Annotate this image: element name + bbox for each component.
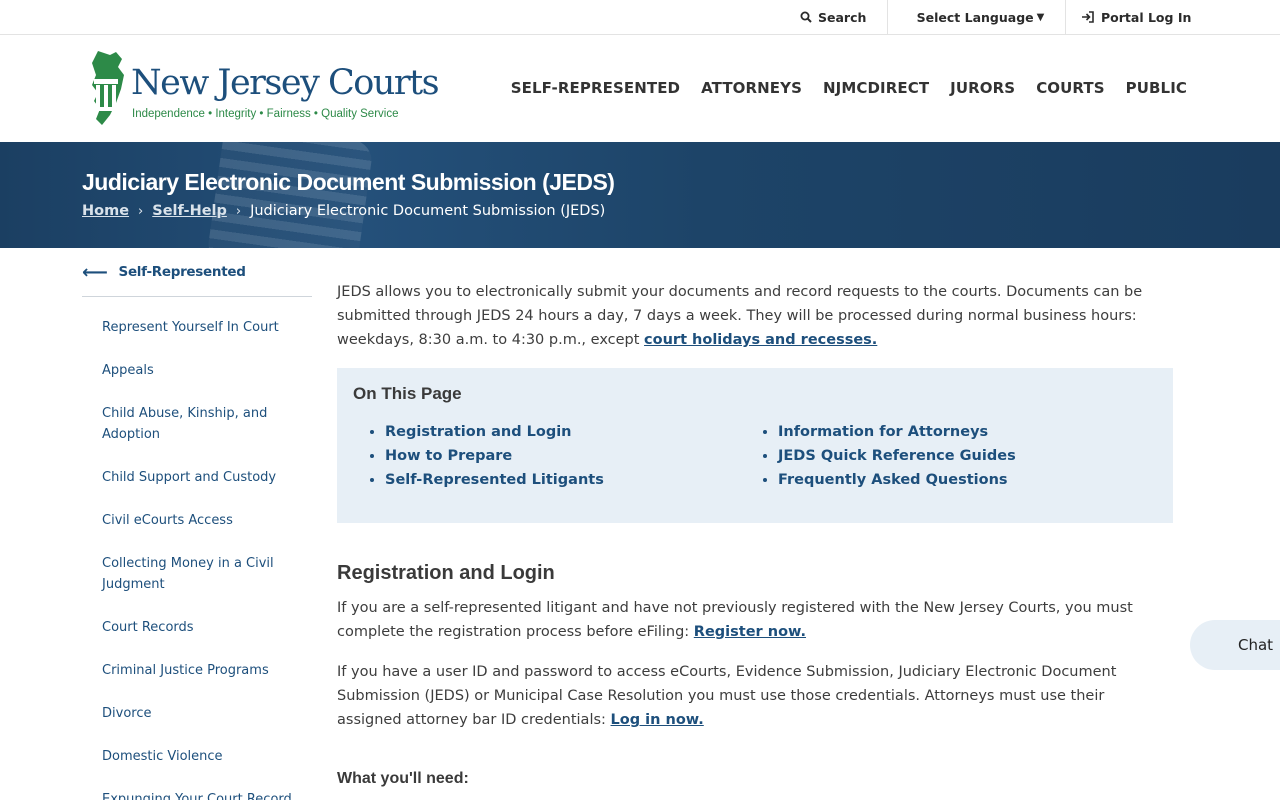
otp-list-right: Information for Attorneys JEDS Quick Ref… xyxy=(746,420,1139,492)
sidebar-list: Represent Yourself In Court Appeals Chil… xyxy=(82,297,312,800)
what-you-need-heading: What you'll need: xyxy=(337,770,469,787)
search-label: Search xyxy=(818,9,867,25)
login-paragraph: If you have a user ID and password to ac… xyxy=(337,660,1173,732)
chevron-right-icon: › xyxy=(138,203,144,219)
registration-paragraph: If you are a self-represented litigant a… xyxy=(337,596,1173,644)
sidebar-item-divorce[interactable]: Divorce xyxy=(102,692,312,735)
caret-down-icon: ▼ xyxy=(1036,11,1045,23)
intro-paragraph: JEDS allows you to electronically submit… xyxy=(337,280,1173,352)
breadcrumb-current: Judiciary Electronic Document Submission… xyxy=(250,203,606,219)
nav-self-represented[interactable]: SELF-REPRESENTED xyxy=(511,79,680,97)
section-heading-registration: Registration and Login xyxy=(337,562,555,584)
page-title: Judiciary Electronic Document Submission… xyxy=(82,169,615,195)
sidebar-back-link[interactable]: ⟵ Self-Represented xyxy=(82,248,312,297)
otp-link-attorneys[interactable]: Information for Attorneys xyxy=(778,420,1139,444)
otp-link-registration[interactable]: Registration and Login xyxy=(385,420,746,444)
on-this-page-panel: On This Page Registration and Login How … xyxy=(337,368,1173,523)
chat-button[interactable]: Chat xyxy=(1190,620,1280,670)
search-icon xyxy=(800,11,812,23)
sidebar-item-expunging[interactable]: Expunging Your Court Record xyxy=(102,778,312,800)
on-this-page-title: On This Page xyxy=(353,384,462,403)
sidebar-item-collecting-money[interactable]: Collecting Money in a Civil Judgment xyxy=(102,542,312,606)
nav-attorneys[interactable]: ATTORNEYS xyxy=(701,79,802,97)
sign-in-icon xyxy=(1082,11,1094,23)
login-text: If you have a user ID and password to ac… xyxy=(337,664,1117,728)
breadcrumb-home[interactable]: Home xyxy=(82,203,129,219)
language-label: Select Language xyxy=(916,9,1034,25)
logo-tagline: Independence • Integrity • Fairness • Qu… xyxy=(132,108,399,120)
breadcrumb-self-help[interactable]: Self-Help xyxy=(152,203,227,219)
hero-banner: Judiciary Electronic Document Submission… xyxy=(0,142,1280,248)
log-in-now-link[interactable]: Log in now. xyxy=(611,712,704,728)
sidebar-item-criminal-justice[interactable]: Criminal Justice Programs xyxy=(102,649,312,692)
sidebar-back-label: Self-Represented xyxy=(118,264,246,280)
sidebar-item-court-records[interactable]: Court Records xyxy=(102,606,312,649)
language-select[interactable]: Select Language ▼ xyxy=(887,0,1066,34)
chat-label: Chat xyxy=(1238,636,1274,654)
sidebar-item-domestic-violence[interactable]: Domestic Violence xyxy=(102,735,312,778)
sidebar: ⟵ Self-Represented Represent Yourself In… xyxy=(82,248,312,800)
main-nav: SELF-REPRESENTED ATTORNEYS NJMCDIRECT JU… xyxy=(511,79,1187,97)
nav-public[interactable]: PUBLIC xyxy=(1126,79,1187,97)
utility-bar: Search Select Language ▼ Portal Log In xyxy=(0,0,1280,35)
otp-list-left: Registration and Login How to Prepare Se… xyxy=(353,420,746,492)
nj-state-icon xyxy=(92,51,124,125)
sidebar-item-child-abuse[interactable]: Child Abuse, Kinship, and Adoption xyxy=(102,392,312,456)
otp-link-how-to-prepare[interactable]: How to Prepare xyxy=(385,444,746,468)
logo-title: New Jersey Courts xyxy=(131,63,440,103)
site-header: New Jersey Courts Independence • Integri… xyxy=(0,35,1280,142)
sidebar-item-appeals[interactable]: Appeals xyxy=(102,349,312,392)
arrow-left-icon: ⟵ xyxy=(82,261,108,283)
otp-link-faq[interactable]: Frequently Asked Questions xyxy=(778,468,1139,492)
search-button[interactable]: Search xyxy=(800,0,866,34)
portal-label: Portal Log In xyxy=(1101,9,1192,25)
nav-courts[interactable]: COURTS xyxy=(1036,79,1104,97)
breadcrumb: Home › Self-Help › Judiciary Electronic … xyxy=(82,203,605,219)
register-now-link[interactable]: Register now. xyxy=(694,624,806,640)
nav-njmcdirect[interactable]: NJMCDIRECT xyxy=(823,79,929,97)
court-holidays-link[interactable]: court holidays and recesses. xyxy=(644,332,877,348)
otp-link-quick-reference[interactable]: JEDS Quick Reference Guides xyxy=(778,444,1139,468)
sidebar-item-child-support[interactable]: Child Support and Custody xyxy=(102,456,312,499)
main-content: JEDS allows you to electronically submit… xyxy=(337,280,1173,788)
sidebar-item-civil-ecourts[interactable]: Civil eCourts Access xyxy=(102,499,312,542)
site-logo[interactable]: New Jersey Courts Independence • Integri… xyxy=(88,49,440,129)
sidebar-item-represent-yourself[interactable]: Represent Yourself In Court xyxy=(102,306,312,349)
otp-link-self-represented[interactable]: Self-Represented Litigants xyxy=(385,468,746,492)
portal-login-link[interactable]: Portal Log In xyxy=(1081,0,1191,34)
nav-jurors[interactable]: JURORS xyxy=(950,79,1015,97)
chevron-right-icon: › xyxy=(235,203,242,219)
